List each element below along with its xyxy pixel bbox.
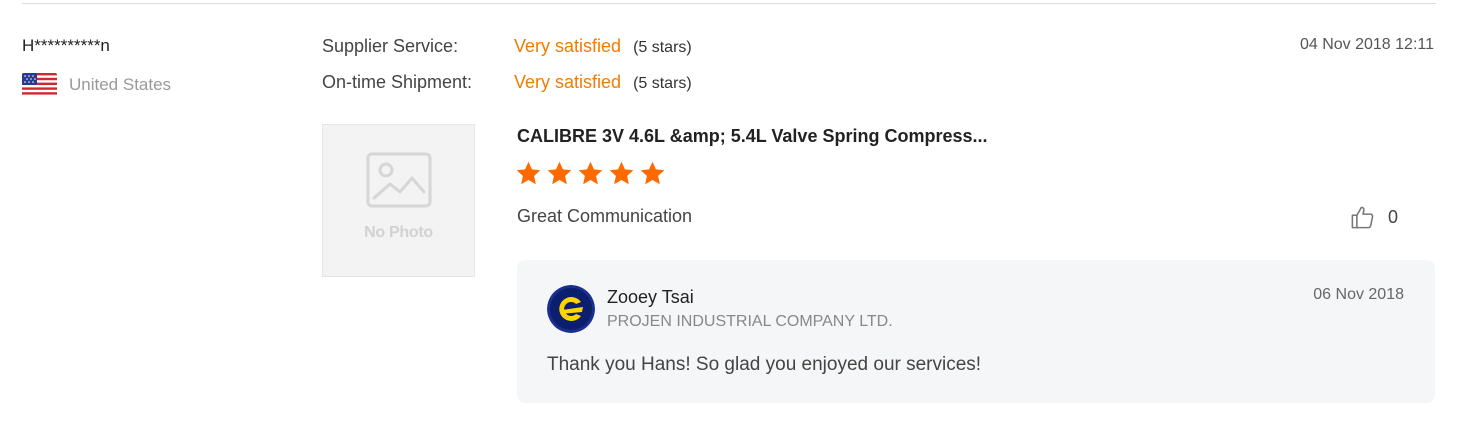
- rating-label: On-time Shipment:: [322, 72, 473, 92]
- country-name: United States: [69, 75, 172, 94]
- review-date: 04 Nov 2018 12:11: [1299, 36, 1434, 53]
- supplier-service-rating: Supplier Service: Very satisfied (5 star…: [322, 36, 692, 57]
- star-icon: [609, 161, 634, 185]
- review-text: Great Communication: [517, 206, 693, 226]
- like-button[interactable]: 0: [1349, 204, 1398, 231]
- top-divider: [22, 3, 1436, 4]
- reply-text: Thank you Hans! So glad you enjoyed our …: [547, 354, 982, 375]
- reply-author-name: Zooey Tsai: [607, 287, 694, 307]
- buyer-name: H**********n: [22, 36, 110, 55]
- us-flag-icon: [22, 73, 57, 97]
- rating-value: Very satisfied: [514, 36, 622, 56]
- supplier-reply: Zooey Tsai PROJEN INDUSTRIAL COMPANY LTD…: [517, 260, 1435, 403]
- star-icon: [516, 161, 541, 185]
- product-title[interactable]: CALIBRE 3V 4.6L &amp; 5.4L Valve Spring …: [517, 126, 988, 147]
- supplier-logo-avatar: [547, 285, 595, 333]
- rating-label: Supplier Service:: [322, 36, 459, 56]
- reply-date: 06 Nov 2018: [1313, 286, 1404, 303]
- reply-company-name: PROJEN INDUSTRIAL COMPANY LTD.: [607, 313, 893, 330]
- image-placeholder-icon: [366, 152, 431, 207]
- no-photo-label: No Photo: [364, 223, 433, 241]
- product-photo[interactable]: No Photo: [322, 124, 475, 277]
- buyer-country: United States: [22, 73, 171, 97]
- star-rating: [515, 160, 666, 187]
- rating-stars-text: (5 stars): [633, 39, 692, 56]
- like-count: 0: [1388, 207, 1399, 227]
- thumbs-up-icon: [1351, 206, 1374, 229]
- star-icon: [578, 161, 603, 185]
- star-icon: [547, 161, 572, 185]
- star-icon: [640, 161, 665, 185]
- on-time-shipment-rating: On-time Shipment: Very satisfied (5 star…: [322, 72, 692, 93]
- rating-value: Very satisfied: [514, 72, 622, 92]
- rating-stars-text: (5 stars): [633, 75, 692, 92]
